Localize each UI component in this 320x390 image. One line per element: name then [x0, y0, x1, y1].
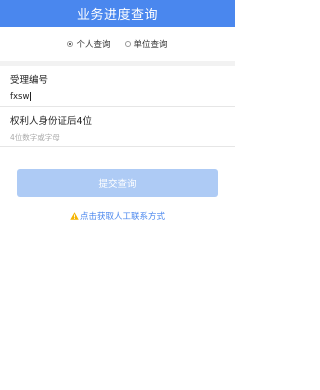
submit-query-button[interactable]: 提交查询 — [17, 169, 218, 197]
id-last4-input[interactable]: 4位数字或字母 — [10, 128, 225, 146]
warning-icon — [70, 212, 79, 220]
text-cursor — [30, 92, 32, 101]
radio-personal-query[interactable]: 个人查询 — [67, 38, 111, 50]
field-label: 权利人身份证后4位 — [10, 116, 93, 127]
radio-checked-icon — [67, 41, 74, 47]
input-value: fxsw — [10, 91, 30, 102]
field-label: 受理编号 — [10, 75, 49, 86]
radio-label: 个人查询 — [76, 40, 111, 50]
contact-link[interactable]: 点击获取人工联系方式 — [0, 210, 235, 222]
page-title: 业务进度查询 — [76, 8, 158, 23]
radio-label: 单位查询 — [133, 40, 168, 50]
acceptance-number-input[interactable]: fxsw — [10, 87, 225, 106]
id-last4-field: 权利人身份证后4位 4位数字或字母 — [0, 107, 235, 147]
query-type-selector: 个人查询 单位查询 — [0, 27, 235, 61]
acceptance-number-field: 受理编号 fxsw — [0, 66, 235, 107]
page-header: 业务进度查询 — [0, 0, 235, 27]
radio-unchecked-icon — [124, 41, 131, 47]
contact-label: 点击获取人工联系方式 — [79, 212, 165, 222]
radio-unit-query[interactable]: 单位查询 — [124, 38, 168, 50]
